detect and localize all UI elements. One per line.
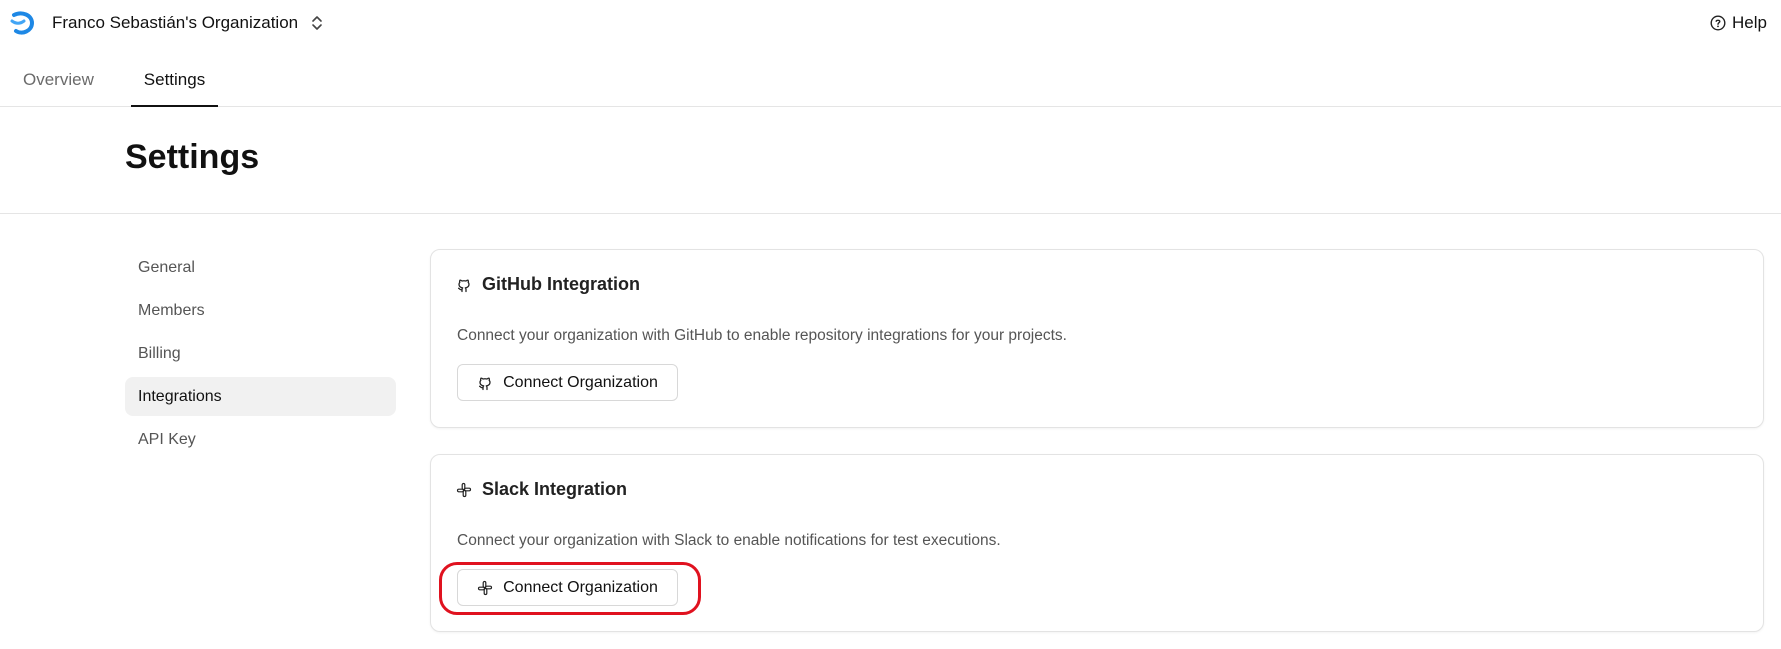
github-icon — [477, 375, 493, 391]
button-label: Connect Organization — [503, 373, 658, 391]
slack-icon — [456, 482, 472, 498]
card-title: Slack Integration — [482, 479, 628, 499]
help-label: Help — [1732, 13, 1767, 32]
app-logo-icon[interactable] — [8, 9, 36, 37]
tab-bar: Overview Settings — [0, 58, 1781, 107]
sidebar-item-api-key[interactable]: API Key — [125, 420, 396, 459]
sidebar-item-billing[interactable]: Billing — [125, 334, 396, 373]
tab-settings[interactable]: Settings — [131, 58, 218, 107]
organization-name: Franco Sebastián's Organization — [52, 13, 299, 32]
top-bar: Franco Sebastián's Organization Help — [0, 0, 1781, 45]
card-description: Connect your organization with Slack to … — [457, 532, 1001, 549]
sidebar-item-members[interactable]: Members — [125, 291, 396, 330]
card-description: Connect your organization with GitHub to… — [457, 327, 1067, 344]
settings-sidebar: General Members Billing Integrations API… — [125, 248, 396, 463]
question-circle-icon — [1710, 15, 1726, 31]
help-button[interactable]: Help — [1710, 12, 1767, 34]
chevron-up-down-icon — [310, 14, 324, 32]
highlight-annotation — [439, 562, 701, 615]
github-icon — [456, 277, 472, 293]
connect-github-button[interactable]: Connect Organization — [457, 364, 678, 401]
card-title: GitHub Integration — [482, 274, 640, 294]
sidebar-item-general[interactable]: General — [125, 248, 396, 287]
sidebar-item-integrations[interactable]: Integrations — [125, 377, 396, 416]
card-header: Slack Integration — [456, 479, 627, 500]
page-title: Settings — [125, 138, 260, 176]
github-integration-card: GitHub Integration Connect your organiza… — [430, 249, 1764, 428]
organization-switcher[interactable]: Franco Sebastián's Organization — [52, 12, 324, 34]
card-header: GitHub Integration — [456, 274, 640, 295]
tab-overview[interactable]: Overview — [23, 58, 94, 107]
divider — [0, 213, 1781, 214]
